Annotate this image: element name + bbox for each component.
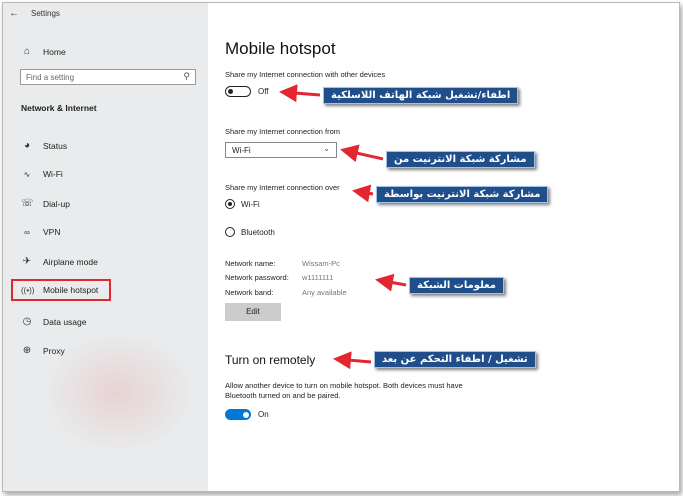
sidebar-item-label: Airplane mode [43, 256, 98, 267]
sidebar-item-data-usage[interactable]: ◷ Data usage [21, 316, 87, 327]
title-bar: ← Settings [9, 8, 60, 19]
arrow-5 [333, 351, 372, 370]
vpn-icon: ∞ [24, 227, 30, 237]
annotation-remote: تشغيل / اطفاء التحكم عن بعد [374, 351, 536, 368]
airplane-icon: ✈ [22, 256, 32, 267]
home-icon: ⌂ [23, 46, 31, 57]
arrow-2 [340, 144, 384, 163]
proxy-globe-icon: ⊕ [22, 345, 32, 356]
sidebar-item-airplane[interactable]: ✈ Airplane mode [21, 256, 98, 267]
settings-window: ← Settings ⌂ Home Find a setting ⚲ Netwo… [2, 2, 680, 492]
back-arrow-icon[interactable]: ← [9, 8, 19, 19]
mobile-hotspot-highlight [11, 279, 111, 301]
sidebar-glow [43, 333, 193, 453]
status-globe-icon: ◕ [23, 140, 31, 151]
sidebar-item-label: Data usage [43, 316, 87, 327]
search-icon: ⚲ [183, 71, 190, 81]
annotation-share-from: مشاركة شبكة الانترنيت من [386, 151, 535, 168]
arrow-1 [279, 84, 321, 103]
search-input[interactable]: Find a setting ⚲ [20, 69, 196, 85]
main-content: Mobile hotspot Share my Internet connect… [208, 3, 679, 491]
wifi-icon: ∿ [23, 169, 31, 179]
sidebar-item-dialup[interactable]: ☏ Dial-up [21, 198, 70, 209]
sidebar-item-proxy[interactable]: ⊕ Proxy [21, 345, 65, 356]
annotation-hotspot-toggle: اطفاء/تشغيل شبكة الهاتف اللاسلكية [323, 87, 519, 104]
dialup-icon: ☏ [21, 198, 34, 209]
sidebar-item-label: Proxy [43, 345, 65, 356]
search-placeholder: Find a setting [26, 73, 75, 82]
sidebar-item-vpn[interactable]: ∞ VPN [21, 227, 60, 237]
sidebar-item-wifi[interactable]: ∿ Wi-Fi [21, 169, 63, 179]
sidebar-item-label: VPN [43, 227, 61, 237]
annotation-network-info: معلومات الشبكة [409, 277, 504, 294]
sidebar-item-label: Dial-up [43, 198, 70, 209]
section-title: Network & Internet [21, 103, 97, 113]
sidebar-item-status[interactable]: ◕ Status [21, 140, 67, 151]
sidebar: ← Settings ⌂ Home Find a setting ⚲ Netwo… [3, 3, 208, 491]
annotation-arrows [279, 84, 407, 370]
sidebar-item-label: Wi-Fi [43, 169, 63, 179]
arrow-3 [352, 184, 374, 203]
data-usage-icon: ◷ [22, 316, 32, 327]
sidebar-item-label: Home [43, 46, 66, 57]
window-title: Settings [31, 9, 60, 18]
annotation-share-over: مشاركة شبكة الانترنيت بواسطة [376, 186, 549, 203]
sidebar-item-home[interactable]: ⌂ Home [21, 46, 66, 57]
sidebar-item-label: Status [43, 140, 68, 151]
arrow-4 [375, 273, 407, 292]
